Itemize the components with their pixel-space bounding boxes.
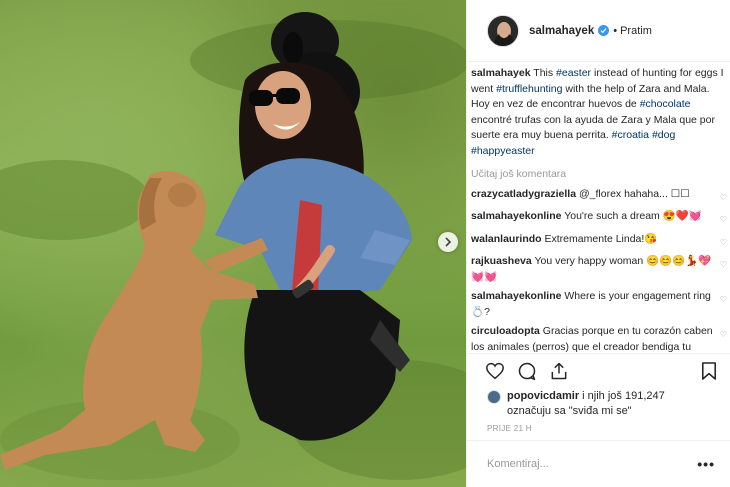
hashtag-happyeaster[interactable]: #happyeaster — [471, 145, 535, 157]
likes-label: označuju sa "sviđa mi se" — [507, 405, 632, 417]
comment-item: salmahayekonline Where is your engagemen… — [471, 289, 727, 320]
like-comment-heart-icon[interactable]: ♡ — [715, 232, 727, 251]
comment-text: @_florex hahaha... ☐☐ — [576, 187, 690, 200]
like-comment-heart-icon[interactable]: ♡ — [715, 289, 727, 308]
hashtag-croatia[interactable]: #croatia — [612, 129, 649, 141]
like-comment-heart-icon[interactable]: ♡ — [715, 254, 727, 273]
like-comment-heart-icon[interactable]: ♡ — [715, 187, 727, 206]
caption-text-6: encontré trufas con la ayuda de Zara y M… — [471, 113, 715, 142]
hashtag-trufflehunting[interactable]: #trufflehunting — [496, 83, 562, 95]
caption-username[interactable]: salmahayek — [471, 67, 531, 79]
photo-illustration — [0, 12, 466, 480]
like-comment-heart-icon[interactable]: ♡ — [715, 209, 727, 228]
post-photo[interactable] — [0, 0, 466, 487]
follow-button[interactable]: Pratim — [620, 25, 652, 37]
post-header: salmahayek • Pratim — [467, 0, 730, 62]
comment-item: walanlaurindo Extremamente Linda!😘 ♡ — [471, 232, 727, 251]
hashtag-easter[interactable]: #easter — [556, 67, 591, 79]
add-comment-bar: ••• — [467, 440, 730, 487]
comment-username[interactable]: crazycatladygraziella — [471, 188, 576, 200]
liker-avatar[interactable] — [487, 390, 501, 404]
likes-summary: popovicdamir i njih još 191,247 označuju… — [487, 389, 727, 419]
caption-text-0: This — [530, 67, 557, 79]
comment-item: crazycatladygraziella @_florex hahaha...… — [471, 187, 727, 206]
post-caption: salmahayek This #easter instead of hunti… — [471, 66, 727, 159]
avatar-photo — [488, 15, 518, 46]
heart-icon[interactable] — [485, 362, 505, 380]
comments-list: salmahayek This #easter instead of hunti… — [471, 66, 727, 352]
liker-username[interactable]: popovicdamir — [507, 390, 579, 402]
comment-icon[interactable] — [517, 361, 537, 381]
likes-count[interactable]: i njih još 191,247 — [579, 390, 665, 402]
comment-item: rajkuasheva You very happy woman 😊😊😊💃💖💓💓… — [471, 254, 727, 285]
more-options-icon[interactable]: ••• — [697, 456, 715, 472]
comment-item: salmahayekonline You're such a dream 😍❤️… — [471, 209, 727, 228]
comment-text: Extremamente Linda!😘 — [541, 232, 658, 245]
comment-input[interactable] — [487, 458, 698, 470]
chevron-right-icon — [445, 237, 452, 247]
comment-username[interactable]: circuloadopta — [471, 325, 540, 337]
hashtag-chocolate[interactable]: #chocolate — [640, 98, 691, 110]
hashtag-dog[interactable]: #dog — [652, 129, 675, 141]
load-more-comments-button[interactable]: Učitaj još komentara — [471, 167, 727, 183]
avatar[interactable] — [487, 14, 519, 47]
comment-text: You're such a dream 😍❤️💓 — [561, 210, 702, 222]
post-timestamp[interactable]: PRIJE 21 H — [487, 424, 532, 433]
bookmark-icon[interactable] — [701, 361, 717, 381]
comment-username[interactable]: walanlaurindo — [471, 233, 542, 245]
comment-username[interactable]: salmahayekonline — [471, 210, 561, 222]
comment-username[interactable]: rajkuasheva — [471, 255, 532, 267]
next-photo-button[interactable] — [438, 232, 458, 252]
share-icon[interactable] — [549, 361, 569, 381]
instagram-post-page: salmahayek • Pratim salmahayek This #eas… — [0, 0, 730, 487]
post-sidebar: salmahayek • Pratim salmahayek This #eas… — [466, 0, 730, 487]
post-actions-bar — [467, 353, 730, 387]
comment-username[interactable]: salmahayekonline — [471, 290, 561, 302]
comment-item: circuloadopta Gracias porque en tu coraz… — [471, 324, 727, 352]
verified-icon — [598, 25, 610, 36]
header-separator: • — [613, 24, 618, 37]
like-comment-heart-icon[interactable]: ♡ — [715, 324, 727, 343]
post-username[interactable]: salmahayek — [529, 25, 594, 37]
